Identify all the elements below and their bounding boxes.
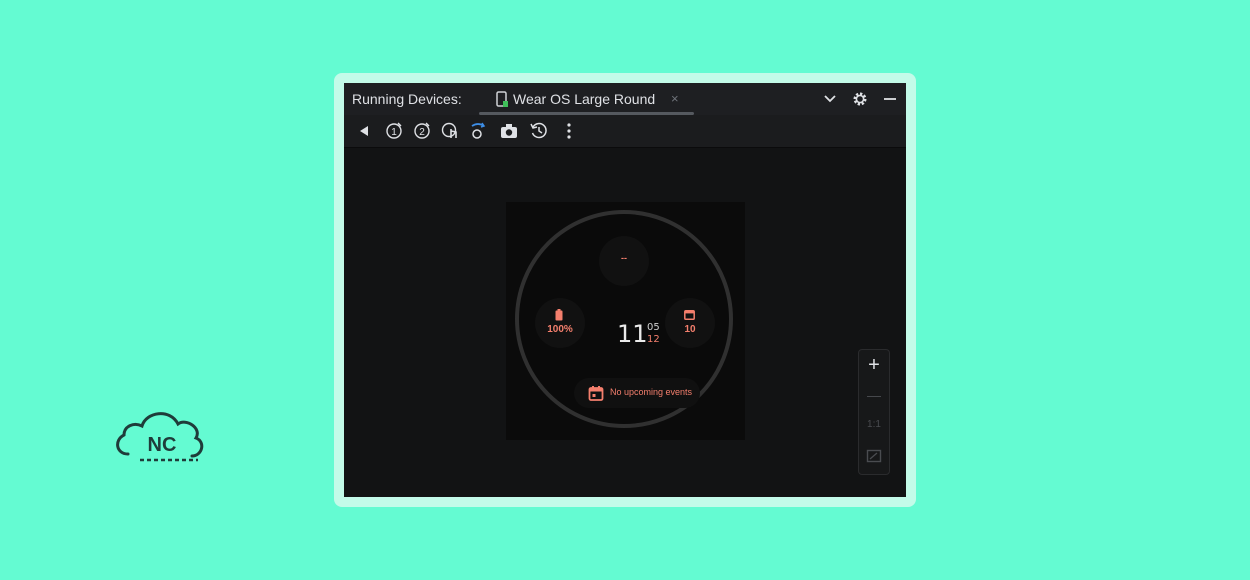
nc-cloud-logo: NC <box>116 412 204 462</box>
battery-value: 100% <box>547 324 573 335</box>
battery-icon <box>555 309 563 321</box>
device-icon <box>496 91 508 107</box>
panel-title: Running Devices: <box>352 91 462 107</box>
button-2-icon[interactable]: 2 <box>412 121 432 141</box>
zoom-controls: + — 1:1 <box>858 349 890 475</box>
running-devices-window: Running Devices: Wear OS Large Round × 1… <box>344 83 906 497</box>
time-minute: 05 <box>647 322 660 333</box>
event-text: No upcoming events <box>610 387 693 397</box>
device-screen[interactable]: -- 100% 10 11 05 12 No upcoming events <box>506 202 745 440</box>
tab-title: Wear OS Large Round <box>513 91 656 107</box>
time-hour: 11 <box>617 320 648 348</box>
actual-size-button[interactable]: 1:1 <box>859 410 889 440</box>
tab-wear-os-large-round[interactable]: Wear OS Large Round × <box>479 83 694 115</box>
gear-icon[interactable] <box>852 91 868 107</box>
device-toolbar: 1 2 <box>344 115 906 148</box>
zoom-in-button[interactable]: + <box>859 350 889 380</box>
top-complication[interactable]: -- <box>599 236 649 286</box>
battery-complication[interactable]: 100% <box>535 298 585 348</box>
minimize-icon[interactable] <box>882 91 898 107</box>
date-complication[interactable]: 10 <box>665 298 715 348</box>
touch-icon[interactable] <box>440 121 460 141</box>
chevron-down-icon[interactable] <box>822 91 838 107</box>
tab-close-icon[interactable]: × <box>671 91 679 106</box>
top-complication-value: -- <box>621 253 627 263</box>
svg-text:2: 2 <box>419 127 425 138</box>
svg-text:1: 1 <box>391 127 397 138</box>
title-bar: Running Devices: Wear OS Large Round × <box>344 83 906 115</box>
camera-icon[interactable] <box>499 121 519 141</box>
event-calendar-icon <box>588 386 604 401</box>
events-complication[interactable]: No upcoming events <box>574 378 700 408</box>
history-icon[interactable] <box>529 121 549 141</box>
calendar-icon <box>684 310 695 320</box>
button-1-icon[interactable]: 1 <box>384 121 404 141</box>
date-value: 10 <box>684 324 696 335</box>
zoom-out-button[interactable]: — <box>859 380 889 410</box>
back-icon[interactable] <box>354 121 374 141</box>
rotate-icon[interactable] <box>468 121 488 141</box>
fit-screen-icon[interactable] <box>866 448 882 464</box>
svg-text:NC: NC <box>148 434 177 456</box>
more-icon[interactable] <box>559 121 579 141</box>
watch-bezel: -- 100% 10 11 05 12 No upcoming events <box>515 210 733 428</box>
time-seconds: 12 <box>647 334 660 345</box>
